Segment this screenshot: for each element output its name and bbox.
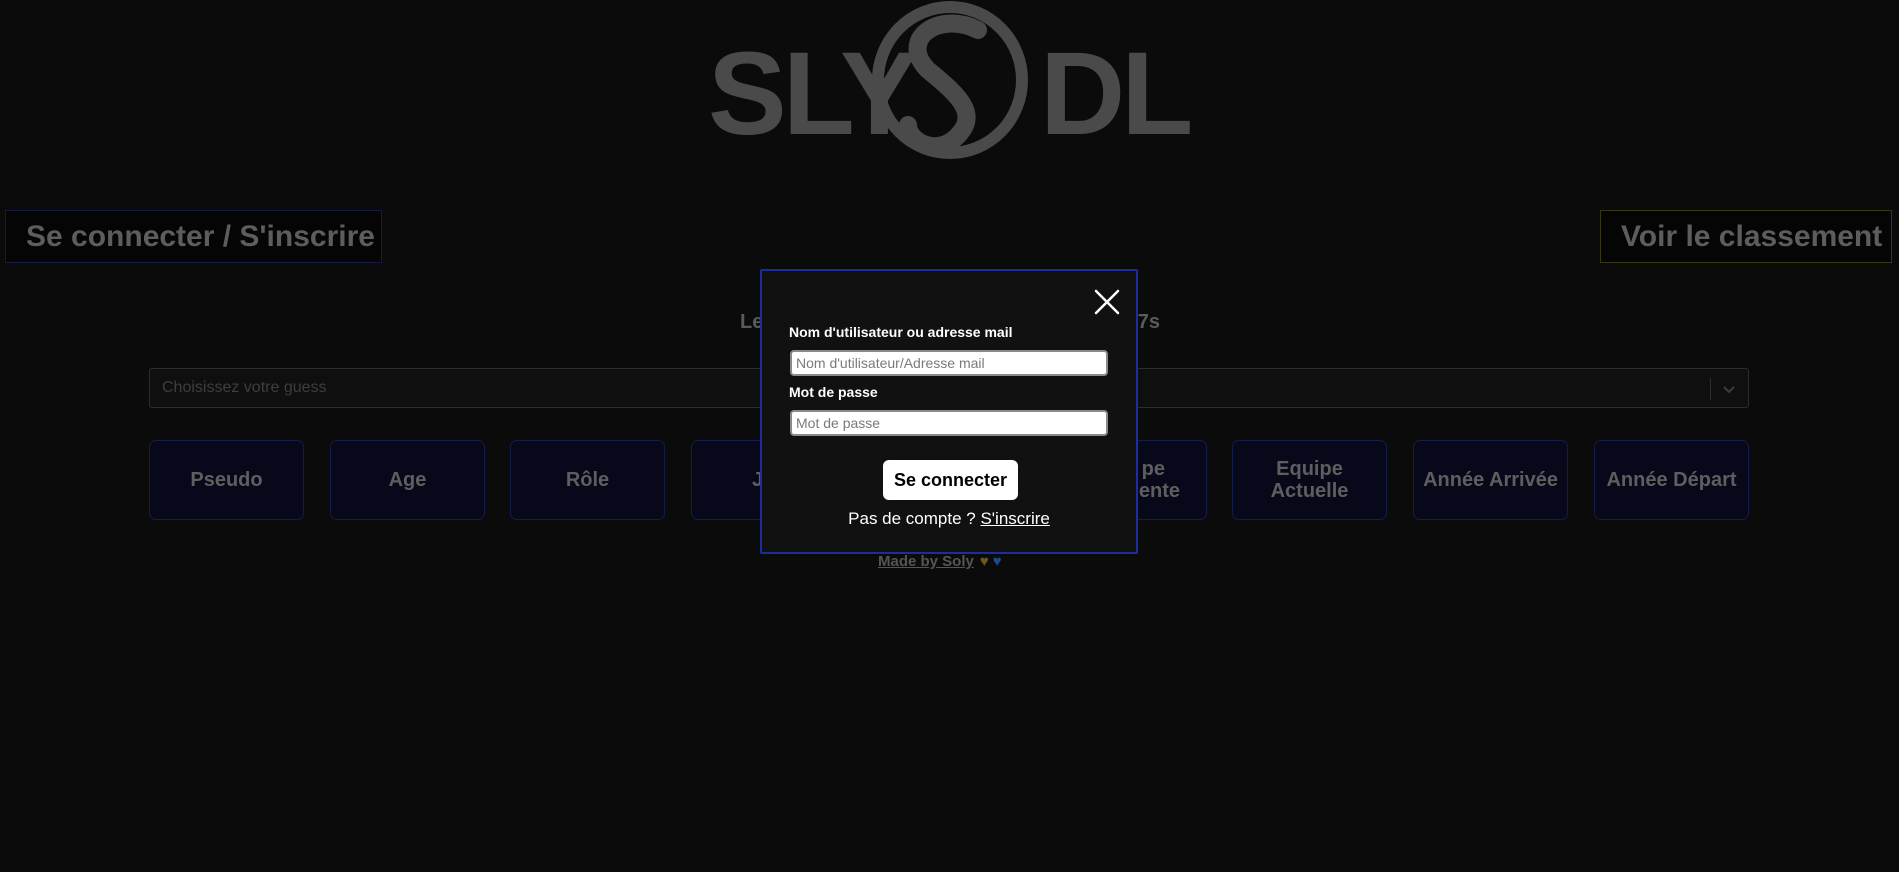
password-input[interactable] <box>790 410 1108 436</box>
leaderboard-button[interactable]: Voir le classement <box>1600 210 1892 263</box>
category-arrival-year: Année Arrivée <box>1413 440 1568 520</box>
subtitle-right-fragment: 7s <box>1137 311 1160 333</box>
heart-gold-icon: ♥ <box>979 553 989 570</box>
category-age: Age <box>330 440 485 520</box>
logo-graphic: SLY DLE <box>708 1 1190 160</box>
heart-blue-icon: ♥ <box>992 553 1002 570</box>
signup-prompt: Pas de compte ? S'inscrire <box>762 509 1136 529</box>
login-signup-button[interactable]: Se connecter / S'inscrire <box>5 210 382 263</box>
password-label: Mot de passe <box>789 384 878 400</box>
username-label: Nom d'utilisateur ou adresse mail <box>789 324 1013 340</box>
made-by-link[interactable]: Made by Soly <box>878 553 974 570</box>
category-current-team: Equipe Actuelle <box>1232 440 1387 520</box>
category-pseudo: Pseudo <box>149 440 304 520</box>
footer: Made by Soly ♥ ♥ <box>878 553 1002 570</box>
category-role: Rôle <box>510 440 665 520</box>
close-icon[interactable] <box>1092 287 1122 317</box>
login-submit-button[interactable]: Se connecter <box>883 460 1018 500</box>
guess-select-placeholder: Choisissez votre guess <box>162 379 327 396</box>
no-account-text: Pas de compte ? <box>848 509 976 528</box>
signup-link[interactable]: S'inscrire <box>980 509 1049 528</box>
category-departure-year: Année Départ <box>1594 440 1749 520</box>
username-input[interactable] <box>790 350 1108 376</box>
chevron-down-icon[interactable] <box>1720 380 1738 398</box>
login-modal: Nom d'utilisateur ou adresse mail Mot de… <box>760 269 1138 554</box>
slysdle-logo: SLY DLE <box>708 0 1190 160</box>
page: SLY DLE Se connecter / S'inscrire Voir l… <box>0 0 1899 872</box>
select-separator <box>1710 378 1711 400</box>
logo-text-right: DLE <box>1040 28 1190 160</box>
